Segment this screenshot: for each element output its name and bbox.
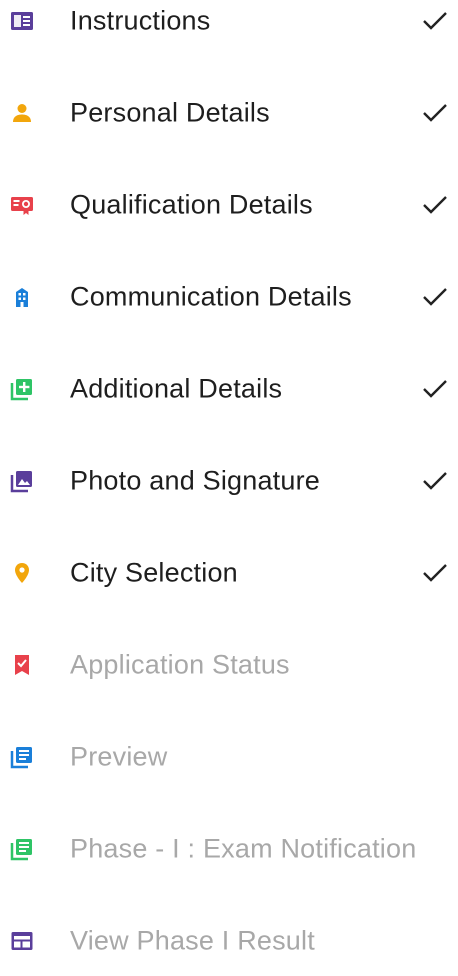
person-icon <box>10 101 34 125</box>
document-stack-icon <box>10 745 34 769</box>
checkmark-icon <box>420 377 450 401</box>
menu-item-instructions[interactable]: Instructions <box>0 0 458 56</box>
menu-item-label: View Phase I Result <box>70 925 315 956</box>
photo-library-icon <box>10 469 34 493</box>
menu-item-label: City Selection <box>70 557 238 588</box>
location-pin-icon <box>10 561 34 585</box>
checkmark-icon <box>420 561 450 585</box>
menu-item-label: Phase - I : Exam Notification <box>70 833 417 864</box>
menu-item-label: Instructions <box>70 5 211 36</box>
bookmark-check-icon <box>10 653 34 677</box>
add-box-icon <box>10 377 34 401</box>
certificate-icon <box>10 193 34 217</box>
menu-item-label: Photo and Signature <box>70 465 320 496</box>
checkmark-icon <box>420 9 450 33</box>
checkmark-icon <box>420 101 450 125</box>
menu-item-photo-and-signature[interactable]: Photo and Signature <box>0 446 458 516</box>
menu-item-label: Communication Details <box>70 281 352 312</box>
menu-item-exam-notification[interactable]: Phase - I : Exam Notification <box>0 814 458 884</box>
menu-item-additional-details[interactable]: Additional Details <box>0 354 458 424</box>
notification-document-icon <box>10 837 34 861</box>
application-steps-menu: Instructions Personal Details Qualificat… <box>0 0 458 958</box>
menu-item-label: Application Status <box>70 649 290 680</box>
menu-item-personal-details[interactable]: Personal Details <box>0 78 458 148</box>
menu-item-application-status[interactable]: Application Status <box>0 630 458 700</box>
checkmark-icon <box>420 469 450 493</box>
menu-item-label: Additional Details <box>70 373 283 404</box>
menu-item-label: Personal Details <box>70 97 270 128</box>
menu-item-communication-details[interactable]: Communication Details <box>0 262 458 332</box>
checkmark-icon <box>420 285 450 309</box>
menu-item-city-selection[interactable]: City Selection <box>0 538 458 608</box>
menu-item-view-phase-i-result[interactable]: View Phase I Result <box>0 906 458 976</box>
result-table-icon <box>10 929 34 953</box>
instructions-book-icon <box>10 9 34 33</box>
checkmark-icon <box>420 193 450 217</box>
menu-item-label: Qualification Details <box>70 189 313 220</box>
building-icon <box>10 285 34 309</box>
menu-item-qualification-details[interactable]: Qualification Details <box>0 170 458 240</box>
menu-item-label: Preview <box>70 741 168 772</box>
menu-item-preview[interactable]: Preview <box>0 722 458 792</box>
